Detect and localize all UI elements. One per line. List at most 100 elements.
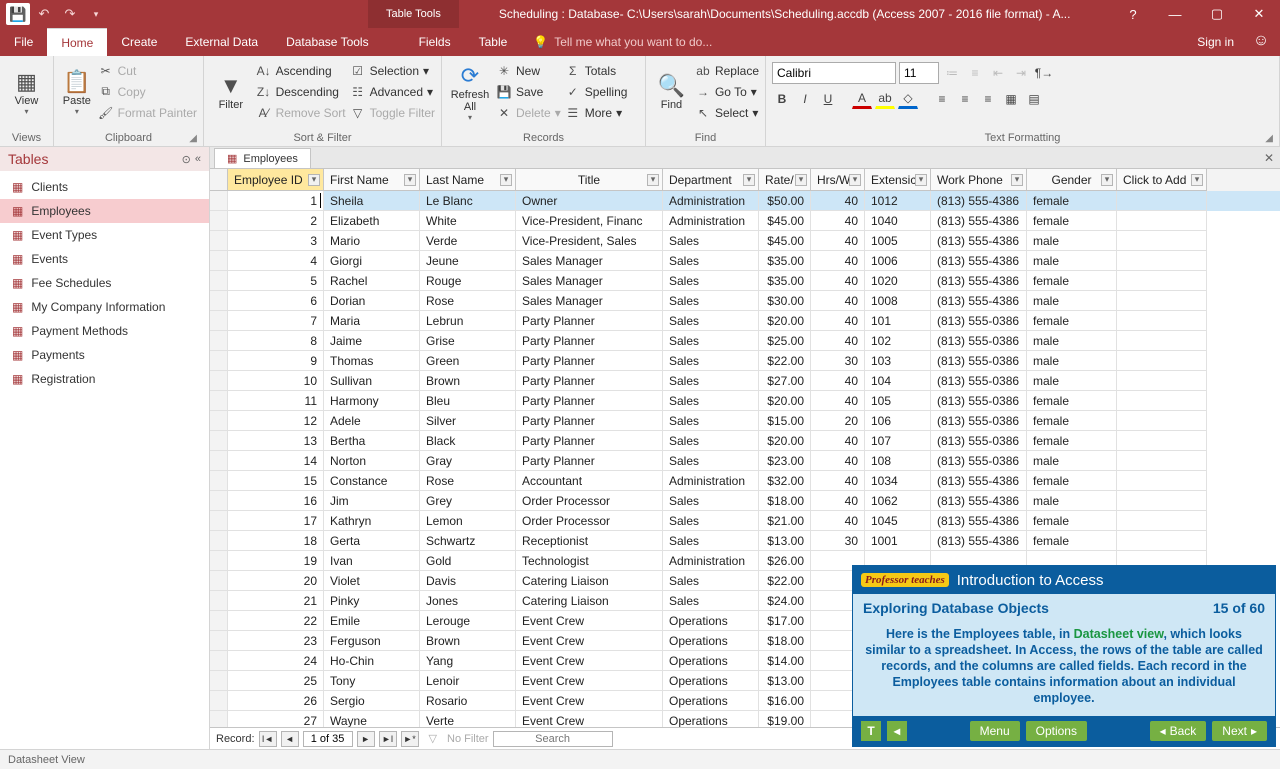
column-dropdown-icon[interactable]: ▾ (915, 174, 927, 186)
cell[interactable]: Party Planner (516, 451, 663, 471)
cell[interactable]: 9 (228, 351, 324, 371)
clipboard-launcher-icon[interactable]: ◢ (189, 133, 197, 144)
cell[interactable]: Ferguson (324, 631, 420, 651)
row-selector[interactable] (210, 631, 228, 651)
column-header[interactable]: Rate/▾ (759, 169, 811, 191)
row-selector[interactable] (210, 671, 228, 691)
cell[interactable]: 105 (865, 391, 931, 411)
column-dropdown-icon[interactable]: ▾ (500, 174, 512, 186)
cell[interactable]: (813) 555-0386 (931, 451, 1027, 471)
cell[interactable]: $23.00 (759, 451, 811, 471)
cell[interactable]: (813) 555-0386 (931, 431, 1027, 451)
more-button[interactable]: ☰More ▾ (565, 102, 628, 123)
cell[interactable] (1117, 351, 1207, 371)
cell[interactable]: Mario (324, 231, 420, 251)
cell[interactable]: Jones (420, 591, 516, 611)
cell[interactable]: Event Crew (516, 651, 663, 671)
cell[interactable] (1117, 291, 1207, 311)
cell[interactable]: (813) 555-0386 (931, 351, 1027, 371)
row-selector[interactable] (210, 251, 228, 271)
nav-item-fee-schedules[interactable]: ▦Fee Schedules (0, 271, 209, 295)
row-selector[interactable] (210, 311, 228, 331)
cell[interactable]: 21 (228, 591, 324, 611)
cell[interactable] (1117, 231, 1207, 251)
column-header[interactable]: Employee ID▾ (228, 169, 324, 191)
cell[interactable] (1117, 491, 1207, 511)
cell[interactable]: $19.00 (759, 711, 811, 727)
cell[interactable]: 15 (228, 471, 324, 491)
cell[interactable]: 40 (811, 231, 865, 251)
cell[interactable]: female (1027, 471, 1117, 491)
cell[interactable]: Sales (663, 351, 759, 371)
cell[interactable]: Administration (663, 191, 759, 211)
cell[interactable]: Rose (420, 291, 516, 311)
last-record-button[interactable]: ►I (379, 731, 397, 747)
align-center-icon[interactable]: ≡ (955, 89, 975, 109)
nav-item-clients[interactable]: ▦Clients (0, 175, 209, 199)
cell[interactable]: male (1027, 451, 1117, 471)
cell[interactable]: (813) 555-4386 (931, 231, 1027, 251)
cell[interactable]: Party Planner (516, 411, 663, 431)
cell[interactable]: Operations (663, 671, 759, 691)
cell[interactable]: Sales (663, 591, 759, 611)
italic-button[interactable]: I (795, 89, 815, 109)
cell[interactable]: 25 (228, 671, 324, 691)
cell[interactable]: 26 (228, 691, 324, 711)
cell[interactable]: Owner (516, 191, 663, 211)
cell[interactable]: $24.00 (759, 591, 811, 611)
row-selector[interactable] (210, 291, 228, 311)
cell[interactable]: (813) 555-4386 (931, 531, 1027, 551)
cell[interactable]: Schwartz (420, 531, 516, 551)
cell[interactable]: 19 (228, 551, 324, 571)
table-row[interactable]: 3MarioVerdeVice-President, SalesSales$45… (210, 231, 1280, 251)
cell[interactable]: Jaime (324, 331, 420, 351)
cell[interactable]: Sales (663, 331, 759, 351)
cell[interactable]: 40 (811, 491, 865, 511)
column-dropdown-icon[interactable]: ▾ (1011, 174, 1023, 186)
format-painter-button[interactable]: 🖌Format Painter (98, 102, 197, 123)
cell[interactable] (1117, 191, 1207, 211)
table-row[interactable]: 16JimGreyOrder ProcessorSales$18.0040106… (210, 491, 1280, 511)
cell[interactable] (1117, 431, 1207, 451)
cell[interactable]: 1012 (865, 191, 931, 211)
cell[interactable]: Rosario (420, 691, 516, 711)
column-header[interactable]: Gender▾ (1027, 169, 1117, 191)
cell[interactable]: 3 (228, 231, 324, 251)
row-selector[interactable] (210, 711, 228, 727)
cell[interactable]: 5 (228, 271, 324, 291)
cell[interactable]: Event Crew (516, 711, 663, 727)
cell[interactable]: $20.00 (759, 431, 811, 451)
row-selector[interactable] (210, 431, 228, 451)
toggle-filter-button[interactable]: ▽Toggle Filter (350, 102, 435, 123)
redo-icon[interactable]: ↷ (58, 3, 82, 25)
tab-database-tools[interactable]: Database Tools (272, 28, 383, 56)
cell[interactable]: Event Crew (516, 611, 663, 631)
cell[interactable]: Pinky (324, 591, 420, 611)
row-selector[interactable] (210, 571, 228, 591)
cell[interactable]: Black (420, 431, 516, 451)
qat-customize-icon[interactable]: ▾ (84, 3, 108, 25)
row-selector[interactable] (210, 611, 228, 631)
cell[interactable] (1117, 211, 1207, 231)
cell[interactable]: Catering Liaison (516, 571, 663, 591)
cell[interactable]: Emile (324, 611, 420, 631)
cell[interactable]: (813) 555-4386 (931, 491, 1027, 511)
column-dropdown-icon[interactable]: ▾ (308, 174, 320, 186)
minimize-icon[interactable]: — (1154, 0, 1196, 28)
column-dropdown-icon[interactable]: ▾ (1101, 174, 1113, 186)
table-row[interactable]: 11HarmonyBleuParty PlannerSales$20.00401… (210, 391, 1280, 411)
replace-button[interactable]: abReplace (695, 60, 759, 81)
cell[interactable]: 1020 (865, 271, 931, 291)
tutorial-arrow-icon[interactable]: ◂ (887, 721, 907, 741)
cell[interactable]: Jim (324, 491, 420, 511)
cell[interactable]: 1 (228, 191, 324, 211)
cell[interactable]: 24 (228, 651, 324, 671)
cell[interactable]: Order Processor (516, 511, 663, 531)
cell[interactable]: Sales (663, 491, 759, 511)
row-selector[interactable] (210, 191, 228, 211)
descending-button[interactable]: Z↓Descending (256, 81, 346, 102)
cell[interactable]: Le Blanc (420, 191, 516, 211)
cell[interactable]: $32.00 (759, 471, 811, 491)
cell[interactable]: 40 (811, 211, 865, 231)
cell[interactable]: Brown (420, 631, 516, 651)
